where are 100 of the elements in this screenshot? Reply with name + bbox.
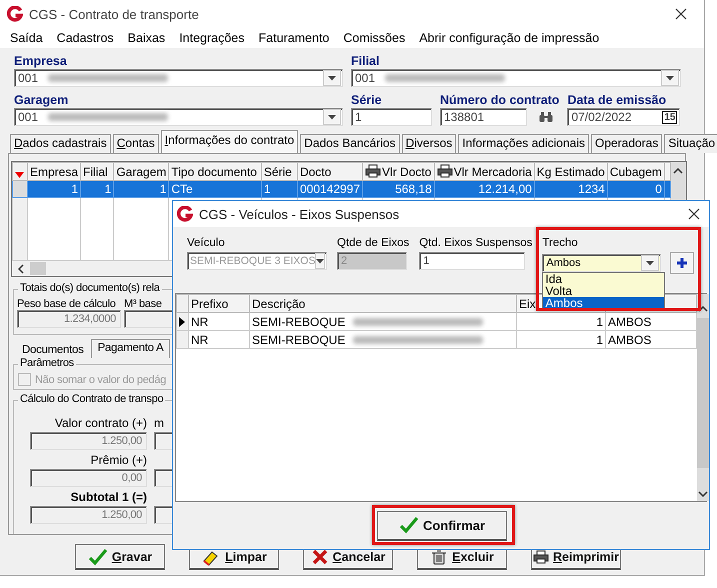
table-row[interactable]: 1 1 1 CTe 1 000142997 568,18 12.214,00 1234 0: [12, 180, 670, 198]
combo-box[interactable]: Ambos: [542, 254, 662, 272]
menu-item[interactable]: Baixas: [128, 31, 166, 45]
field-label: Filial: [351, 54, 380, 69]
tab[interactable]: Situação: [664, 134, 717, 153]
input-field[interactable]: 1.250,00: [30, 432, 147, 450]
close-icon[interactable]: [674, 7, 688, 21]
dropdown-button[interactable]: [641, 255, 660, 271]
tab[interactable]: Documentos: [15, 341, 91, 358]
column-header[interactable]: Vlr Docto: [362, 162, 434, 180]
chevron-down-icon: [698, 491, 708, 497]
column-header[interactable]: Filial: [80, 162, 114, 180]
menu-item[interactable]: Comissões: [343, 31, 406, 45]
scrollbar[interactable]: [697, 294, 709, 501]
combo-box[interactable]: 001: [14, 108, 343, 126]
group-title: Cálculo do Contrato de transpo: [18, 393, 166, 405]
field-label: Qtd. Eixos Suspensos: [419, 237, 532, 251]
table-cell: CTe: [171, 182, 193, 196]
field-label: Prêmio (+): [90, 453, 147, 469]
field-label: Série: [351, 93, 383, 108]
column-header[interactable]: Descrição: [250, 294, 516, 312]
tab[interactable]: Dados Bancários: [300, 134, 400, 153]
group-title: Parâmetros: [18, 357, 76, 369]
table-cell: NR: [191, 332, 208, 346]
caret-icon: [328, 76, 336, 80]
dropdown-option[interactable]: Volta: [543, 285, 664, 297]
column-header[interactable]: Cubagem: [607, 162, 664, 180]
field-label: Peso base de cálculo: [17, 298, 117, 310]
action-button[interactable]: Gravar: [75, 544, 165, 570]
menu-item[interactable]: Faturamento: [258, 31, 330, 45]
table-cell: 1: [71, 182, 78, 196]
menu-item[interactable]: Saída: [10, 31, 43, 45]
table-cell: 1: [264, 182, 271, 196]
add-button[interactable]: [670, 252, 694, 274]
field-label: Garagem: [14, 93, 70, 108]
binoculars-icon[interactable]: [539, 111, 553, 123]
close-icon[interactable]: [687, 207, 701, 221]
combo-box[interactable]: 001: [351, 69, 681, 87]
field-label: m: [154, 416, 164, 432]
tab[interactable]: Informações adicionais: [458, 134, 589, 153]
field-label: Número do contrato: [440, 93, 560, 108]
tab[interactable]: Contas: [112, 134, 159, 153]
column-header[interactable]: Garagem: [114, 162, 169, 180]
field-label: Veículo: [187, 237, 226, 251]
logo-icon: [177, 206, 193, 222]
input-field[interactable]: 1: [419, 252, 526, 270]
input-field[interactable]: 0,00: [30, 469, 147, 487]
column-header[interactable]: Prefixo: [188, 294, 250, 312]
calendar-button[interactable]: 15: [662, 110, 678, 124]
table-cell: 12.214,00: [478, 182, 532, 196]
input-field[interactable]: 138801: [440, 108, 527, 126]
scrollbar-thumb[interactable]: [697, 318, 709, 468]
menu-item[interactable]: Cadastros: [56, 31, 114, 45]
menu-item[interactable]: Abrir configuração de impressão: [419, 31, 600, 45]
input-field[interactable]: 1.250,00: [30, 506, 147, 524]
scrollbar-thumb[interactable]: [30, 262, 46, 275]
column-header[interactable]: Série: [261, 162, 298, 180]
table-cell: 1: [160, 182, 166, 196]
menu-item[interactable]: Integrações: [179, 31, 245, 45]
tab[interactable]: Informações do contrato: [160, 130, 298, 153]
column-header[interactable]: Empresa: [28, 162, 81, 180]
table-cell: 1: [596, 314, 603, 328]
check-icon: [398, 516, 419, 534]
chevron-left-icon: [18, 264, 24, 274]
chevron-up-icon: [673, 168, 684, 174]
table-cell: AMBOS: [608, 314, 652, 328]
caret-icon: [328, 114, 336, 120]
tab[interactable]: Diversos: [402, 134, 456, 153]
input-field[interactable]: 1.234,0000: [17, 310, 121, 328]
column-header[interactable]: Docto: [297, 162, 363, 180]
tab[interactable]: Pagamento A: [90, 339, 170, 358]
table-cell: SEMI-REBOQUE: [252, 314, 346, 329]
dropdown-button[interactable]: [661, 70, 679, 86]
tab[interactable]: Operadoras: [590, 134, 662, 153]
table-cell: 1234: [578, 182, 605, 196]
caret-icon: [316, 258, 324, 264]
field-label: Trecho: [542, 237, 579, 251]
dropdown-option[interactable]: Ida: [543, 273, 664, 285]
sort-indicator-icon: [15, 172, 24, 178]
dropdown-button[interactable]: [323, 70, 341, 86]
field-label: Valor contrato (+): [54, 416, 147, 432]
combo-box[interactable]: 001: [14, 69, 343, 87]
column-header[interactable]: Kg Estimado: [534, 162, 608, 180]
input-field[interactable]: 07/02/2022 15: [567, 108, 680, 126]
table-cell: 568,18: [395, 182, 432, 196]
column-header[interactable]: Vlr Mercadoria: [434, 162, 534, 180]
caret-icon: [666, 76, 674, 80]
field-label: Data de emissão: [567, 93, 668, 108]
window-title: CGS - Contrato de transporte: [29, 6, 199, 22]
dropdown-button[interactable]: [323, 109, 341, 125]
tab[interactable]: Dados cadastrais: [10, 134, 111, 153]
column-header[interactable]: Tipo documento: [168, 162, 262, 180]
input-field[interactable]: 1: [351, 108, 432, 126]
confirm-button[interactable]: Confirmar: [377, 510, 507, 540]
group-title: Totais do(s) documento(s) rela: [18, 282, 162, 294]
dropdown-option[interactable]: Ambos: [543, 297, 664, 309]
input-field[interactable]: [124, 310, 172, 328]
dialog-title: CGS - Veículos - Eixos Suspensos: [199, 206, 400, 222]
table-cell: 1: [104, 182, 112, 196]
table-cell: SEMI-REBOQUE: [252, 332, 346, 347]
